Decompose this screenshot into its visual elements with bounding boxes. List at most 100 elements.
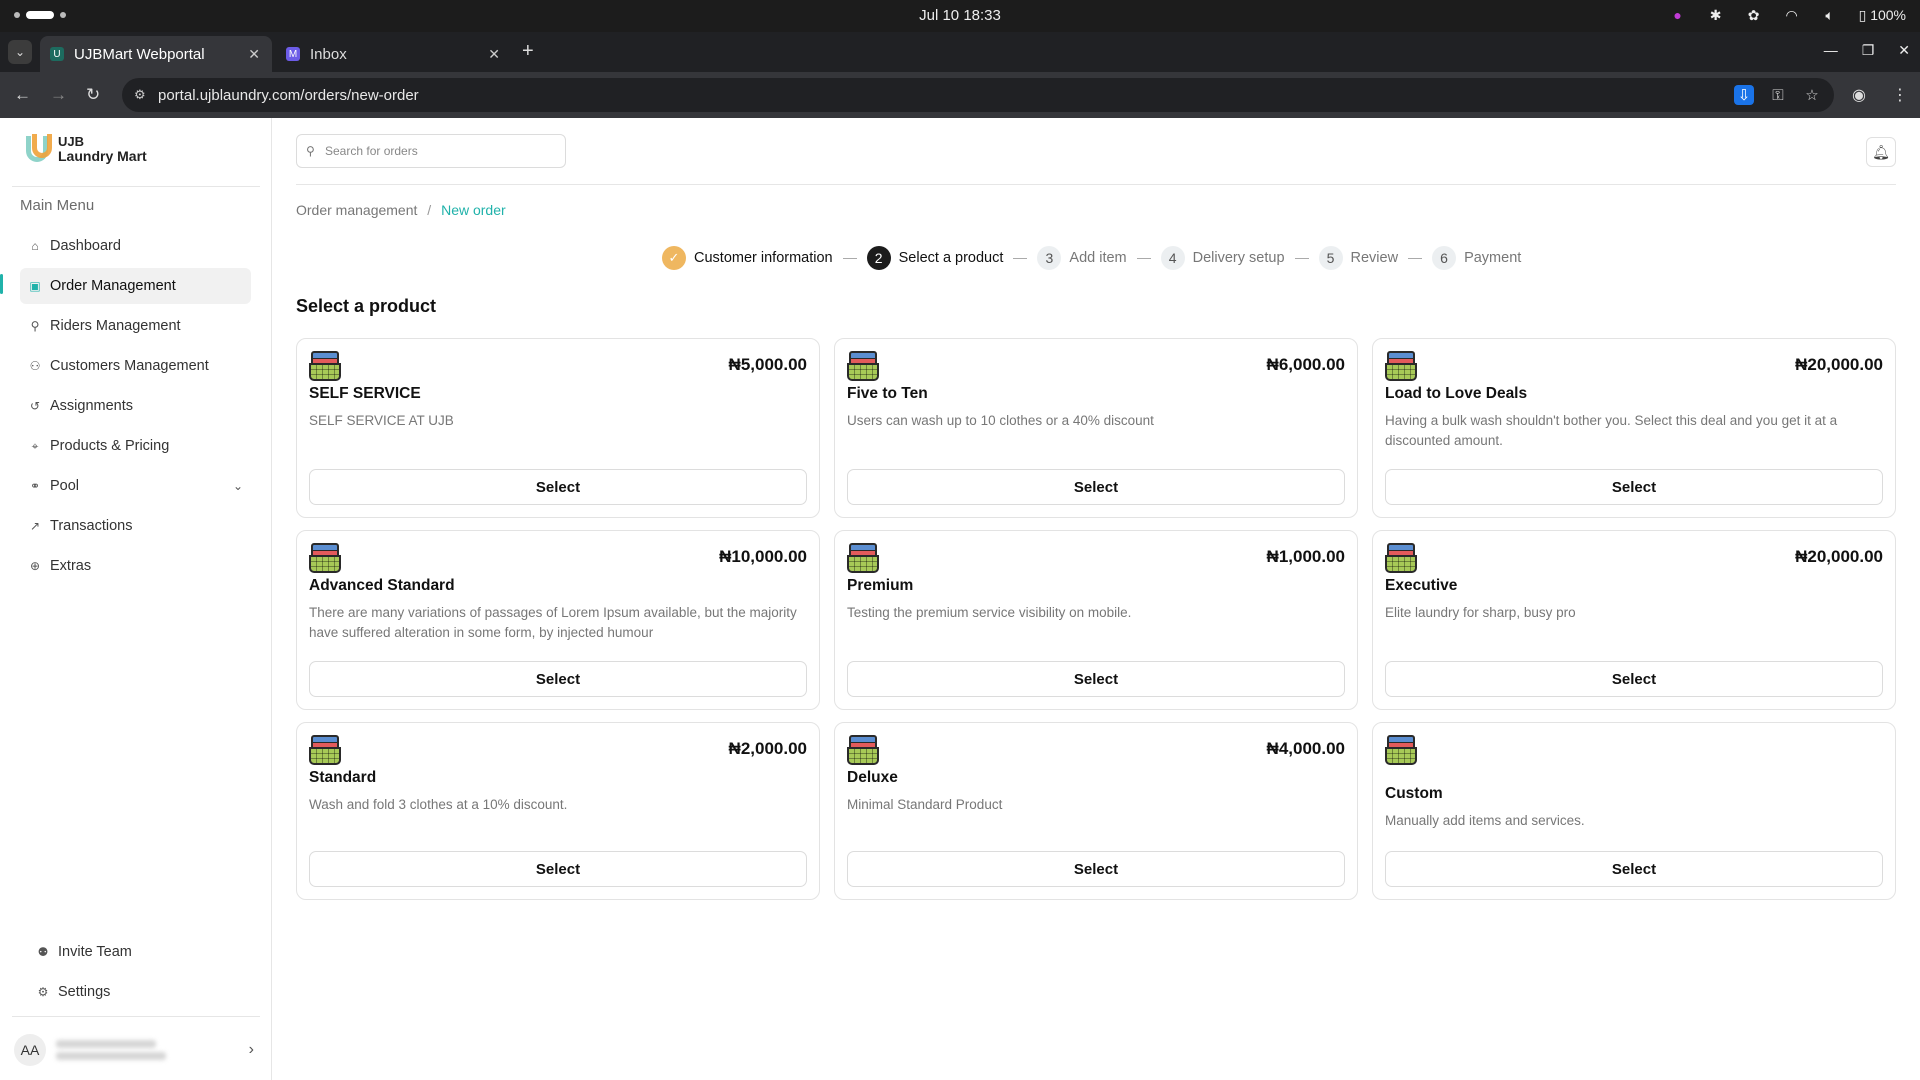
app-indicator-icon[interactable]: ●	[1669, 6, 1687, 24]
breadcrumb-current: New order	[441, 202, 506, 218]
install-app-icon[interactable]: ⇩	[1734, 85, 1754, 105]
password-key-icon[interactable]: ⚿	[1768, 85, 1788, 105]
avatar: AA	[14, 1034, 46, 1066]
tab-search-button[interactable]: ⌄	[8, 40, 32, 64]
chevron-right-icon: ›	[248, 1041, 254, 1058]
sidebar-item-order-management[interactable]: ▣ Order Management	[20, 268, 251, 304]
select-button[interactable]: Select	[847, 469, 1345, 505]
address-bar[interactable]: ⚙ portal.ujblaundry.com/orders/new-order…	[122, 78, 1834, 112]
product-description: Testing the premium service visibility o…	[847, 605, 1132, 620]
select-button[interactable]: Select	[309, 851, 807, 887]
battery-percent: 100%	[1870, 6, 1906, 23]
main-menu-title: Main Menu	[20, 197, 95, 214]
profile-icon[interactable]: ◉	[1852, 85, 1866, 105]
sidebar-item-label: Customers Management	[50, 358, 209, 374]
back-icon[interactable]: ←	[14, 85, 31, 105]
bike-icon: ⚲	[30, 319, 40, 333]
product-card: ₦1,000.00 Premium Testing the premium se…	[834, 530, 1358, 710]
sidebar-item-riders-management[interactable]: ⚲ Riders Management	[20, 308, 251, 344]
product-price: ₦2,000.00	[728, 739, 807, 758]
step-delivery-setup[interactable]: 4 Delivery setup	[1160, 246, 1285, 270]
chevron-down-icon[interactable]: ⌄	[233, 479, 243, 493]
laundry-basket-icon	[847, 735, 879, 765]
notifications-bell-icon[interactable]: 🔔︎	[1866, 137, 1896, 167]
browser-menu-icon[interactable]: ⋮	[1892, 85, 1908, 105]
minimize-icon[interactable]: —	[1824, 42, 1838, 59]
select-button[interactable]: Select	[309, 469, 807, 505]
new-tab-button[interactable]: +	[522, 40, 534, 63]
sidebar-item-label: Invite Team	[58, 944, 132, 960]
step-number: 2	[866, 246, 891, 270]
brand-logo[interactable]: UJB Laundry Mart	[26, 134, 147, 164]
os-top-bar: Jul 10 18:33 ● ✱ ✿ ◠ 🔈︎ ▯ 100%	[0, 0, 1920, 32]
select-button[interactable]: Select	[1385, 851, 1883, 887]
select-button[interactable]: Select	[1385, 661, 1883, 697]
product-card: ₦20,000.00 Load to Love Deals Having a b…	[1372, 338, 1896, 518]
volume-icon[interactable]: 🔈︎	[1821, 6, 1839, 24]
mail-favicon-icon: M	[286, 47, 300, 61]
laundry-basket-icon	[1385, 735, 1417, 765]
url-text: portal.ujblaundry.com/orders/new-order	[158, 86, 419, 104]
browser-tab-strip: ⌄ U UJBMart Webportal ✕ M Inbox ✕	[0, 32, 1920, 72]
extension-icon[interactable]: ✿	[1745, 6, 1763, 24]
step-select-product[interactable]: 2 Select a product	[866, 246, 1004, 270]
sidebar-item-products-pricing[interactable]: ⌖ Products & Pricing	[20, 428, 251, 464]
battery-indicator[interactable]: ▯ 100%	[1859, 7, 1906, 24]
sidebar-item-extras[interactable]: ⊕ Extras	[20, 548, 251, 584]
browser-toolbar: ← → ↻ ⚙ portal.ujblaundry.com/orders/new…	[0, 72, 1920, 118]
home-icon: ⌂	[31, 239, 39, 253]
bookmark-star-icon[interactable]: ☆	[1802, 85, 1822, 105]
restore-icon[interactable]: ❐	[1862, 42, 1875, 59]
sidebar-item-settings[interactable]: ⚙ Settings	[28, 974, 248, 1010]
step-label: Select a product	[898, 250, 1004, 266]
chart-line-icon: ↗	[29, 519, 41, 533]
select-button[interactable]: Select	[1385, 469, 1883, 505]
search-input[interactable]: ⚲ Search for orders	[296, 134, 566, 168]
breadcrumb-parent[interactable]: Order management	[296, 202, 417, 218]
step-review[interactable]: 5 Review	[1318, 246, 1399, 270]
select-button[interactable]: Select	[847, 851, 1345, 887]
sidebar-item-transactions[interactable]: ↗ Transactions	[20, 508, 251, 544]
order-stepper: ✓ Customer information 2 Select a produc…	[662, 246, 1521, 270]
tab-ujbmart[interactable]: U UJBMart Webportal ✕	[40, 36, 272, 72]
user-profile[interactable]: AA ›	[14, 1030, 258, 1070]
main-content: ⚲ Search for orders 🔔︎ Order management …	[272, 118, 1920, 1080]
forward-icon[interactable]: →	[50, 85, 67, 105]
select-button[interactable]: Select	[847, 661, 1345, 697]
step-customer-information[interactable]: ✓ Customer information	[662, 246, 833, 270]
step-number: 6	[1432, 246, 1457, 270]
tab-inbox[interactable]: M Inbox ✕	[276, 36, 512, 72]
site-info-icon[interactable]: ⚙	[134, 87, 146, 103]
reload-icon[interactable]: ↻	[86, 85, 100, 105]
divider	[12, 1016, 260, 1017]
wifi-icon[interactable]: ◠	[1783, 6, 1801, 24]
sidebar-item-invite-team[interactable]: ⚉ Invite Team	[28, 934, 248, 970]
search-icon: ⚲	[306, 144, 315, 158]
sidebar-item-assignments[interactable]: ↺ Assignments	[20, 388, 251, 424]
product-description: Elite laundry for sharp, busy pro	[1385, 605, 1576, 620]
step-payment[interactable]: 6 Payment	[1432, 246, 1521, 270]
sidebar-item-customers-management[interactable]: ⚇ Customers Management	[20, 348, 251, 384]
clock[interactable]: Jul 10 18:33	[0, 7, 1920, 24]
product-card: ₦6,000.00 Five to Ten Users can wash up …	[834, 338, 1358, 518]
select-button[interactable]: Select	[309, 661, 807, 697]
close-tab-icon[interactable]: ✕	[248, 46, 260, 63]
step-add-item[interactable]: 3 Add item	[1037, 246, 1127, 270]
sidebar-item-pool[interactable]: ⚭ Pool ⌄	[20, 468, 251, 504]
sidebar-item-dashboard[interactable]: ⌂ Dashboard	[20, 228, 251, 264]
product-card-custom: Custom Manually add items and services. …	[1372, 722, 1896, 900]
active-indicator	[0, 274, 3, 294]
close-window-icon[interactable]: ✕	[1898, 42, 1910, 59]
step-label: Payment	[1464, 250, 1522, 266]
product-grid: ₦5,000.00 SELF SERVICE SELF SERVICE AT U…	[296, 338, 1896, 900]
step-label: Review	[1350, 250, 1399, 266]
product-name: Five to Ten	[847, 385, 928, 402]
product-card: ₦10,000.00 Advanced Standard There are m…	[296, 530, 820, 710]
slack-icon[interactable]: ✱	[1707, 6, 1725, 24]
product-name: Premium	[847, 577, 914, 594]
product-description: There are many variations of passages of…	[309, 605, 797, 640]
sidebar-item-label: Riders Management	[50, 318, 181, 334]
logo-mark-icon	[26, 134, 54, 164]
product-card: ₦4,000.00 Deluxe Minimal Standard Produc…	[834, 722, 1358, 900]
close-tab-icon[interactable]: ✕	[488, 46, 500, 63]
